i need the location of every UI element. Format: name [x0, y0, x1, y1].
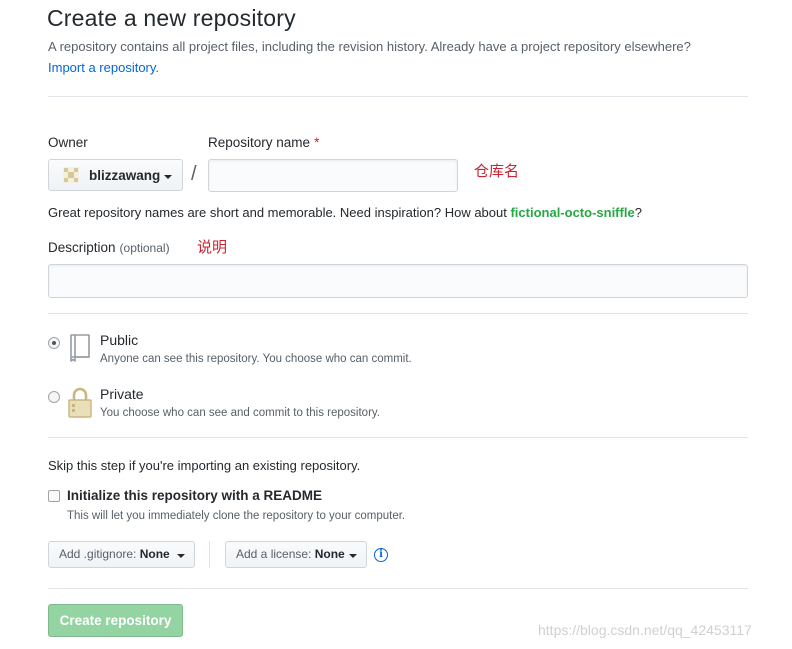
import-repository-row: Import a repository. — [48, 60, 159, 75]
description-label-row: Description (optional) — [48, 240, 170, 255]
description-input[interactable] — [48, 264, 748, 298]
gitignore-prefix: Add .gitignore: — [59, 547, 137, 561]
visibility-divider — [48, 437, 748, 438]
watermark: https://blog.csdn.net/qq_42453117 — [538, 622, 752, 638]
repo-name-hint-suffix: ? — [634, 205, 642, 220]
caret-down-icon — [164, 175, 172, 179]
name-suggestion-link[interactable]: fictional-octo-sniffle — [510, 205, 634, 220]
repo-name-hint-text: Great repository names are short and mem… — [48, 205, 511, 220]
private-radio[interactable] — [48, 391, 60, 403]
caret-down-icon — [349, 554, 357, 558]
lock-icon — [68, 387, 92, 418]
owner-name: blizzawang — [89, 168, 161, 183]
repo-name-label: Repository name — [208, 135, 311, 150]
import-link-period: . — [155, 60, 160, 75]
gitignore-value: None — [139, 547, 170, 561]
owner-repo-separator: / — [191, 163, 197, 185]
readme-note: This will let you immediately clone the … — [67, 510, 406, 522]
header-divider — [48, 96, 748, 97]
caret-down-icon — [177, 554, 185, 558]
init-divider — [48, 588, 748, 589]
select-separator — [209, 541, 210, 568]
license-prefix: Add a license: — [236, 547, 312, 561]
gitignore-select-button[interactable]: Add .gitignore: None — [48, 541, 195, 568]
license-select-button[interactable]: Add a license: None — [225, 541, 367, 568]
description-divider — [48, 313, 748, 314]
owner-avatar — [63, 167, 79, 183]
repo-name-hint: Great repository names are short and mem… — [48, 205, 642, 220]
license-value: None — [314, 547, 345, 561]
owner-select-button[interactable]: blizzawang — [48, 159, 183, 191]
required-mark: * — [314, 135, 320, 150]
public-note: Anyone can see this repository. You choo… — [100, 353, 412, 365]
create-repository-button[interactable]: Create repository — [48, 604, 183, 637]
page-title: Create a new repository — [47, 5, 296, 31]
repo-name-label-row: Repository name * — [208, 135, 319, 150]
import-repository-link[interactable]: Import a repository — [48, 60, 155, 75]
description-optional: (optional) — [119, 241, 170, 255]
description-label: Description — [48, 240, 116, 255]
info-icon[interactable]: i — [374, 548, 388, 562]
private-title: Private — [100, 386, 144, 402]
description-annotation: 说明 — [197, 239, 228, 256]
owner-label: Owner — [48, 135, 88, 150]
repository-name-input[interactable] — [208, 159, 458, 192]
repo-name-annotation: 仓库名 — [474, 163, 520, 180]
readme-label[interactable]: Initialize this repository with a README — [67, 488, 322, 503]
repo-book-icon — [70, 334, 90, 362]
public-radio[interactable] — [48, 337, 60, 349]
private-note: You choose who can see and commit to thi… — [100, 407, 380, 419]
page-subtitle: A repository contains all project files,… — [48, 39, 691, 54]
public-title: Public — [100, 332, 139, 348]
readme-checkbox[interactable] — [48, 490, 60, 502]
skip-step-text: Skip this step if you're importing an ex… — [48, 458, 361, 473]
